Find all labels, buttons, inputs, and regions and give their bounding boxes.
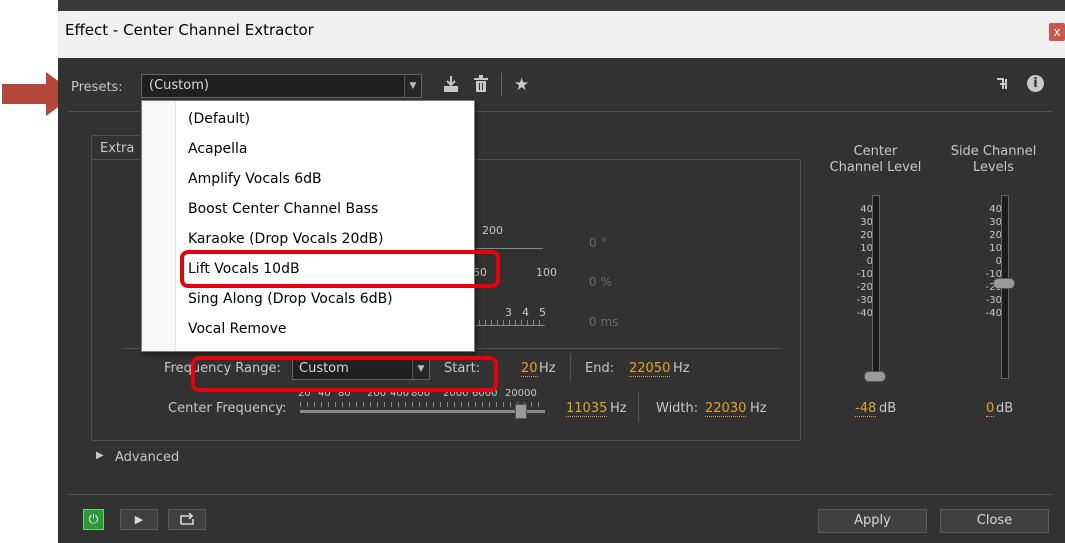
end-value[interactable]: 22050 bbox=[629, 361, 671, 377]
center-channel-slider[interactable] bbox=[872, 195, 880, 379]
center-level-unit: dB bbox=[879, 401, 897, 416]
window-title: Effect - Center Channel Extractor bbox=[65, 21, 314, 39]
toolbar-separator bbox=[501, 73, 502, 97]
meter-tick: -40 bbox=[856, 308, 873, 319]
scale2-right: 100 bbox=[536, 266, 557, 279]
meter-tick: 10 bbox=[989, 243, 1002, 254]
side-meter-subtitle: Levels bbox=[972, 160, 1015, 175]
presets-menu: (Default) Acapella Amplify Vocals 6dB Bo… bbox=[141, 100, 475, 352]
center-level-value[interactable]: -48 bbox=[855, 401, 877, 417]
side-level-unit: dB bbox=[996, 401, 1014, 416]
meter-tick: -40 bbox=[985, 308, 1002, 319]
scale3-b: 4 bbox=[522, 306, 529, 319]
chevron-down-icon: ▼ bbox=[404, 75, 421, 97]
end-unit: Hz bbox=[673, 361, 690, 376]
play-icon: ▶ bbox=[134, 513, 144, 526]
meter-tick: 10 bbox=[860, 243, 873, 254]
center-frequency-label: Center Frequency: bbox=[168, 401, 287, 416]
power-icon: ⏻ bbox=[88, 512, 99, 526]
preset-sing-along[interactable]: Sing Along (Drop Vocals 6dB) bbox=[188, 284, 393, 314]
meter-tick: -30 bbox=[985, 295, 1002, 306]
width-unit: Hz bbox=[750, 401, 767, 416]
save-preset-icon[interactable] bbox=[443, 75, 459, 93]
window-close-button[interactable]: x bbox=[1049, 23, 1065, 41]
value1-readout: 0 ° bbox=[589, 236, 607, 250]
side-level-value[interactable]: 0 bbox=[986, 401, 995, 417]
meter-tick: 30 bbox=[989, 217, 1002, 228]
menu-gutter bbox=[142, 101, 176, 351]
meter-tick: 20 bbox=[860, 230, 873, 241]
meter-tick: 30 bbox=[860, 217, 873, 228]
preset-vocal-remove[interactable]: Vocal Remove bbox=[188, 314, 287, 344]
meter-tick: 40 bbox=[989, 204, 1002, 215]
presets-label: Presets: bbox=[71, 80, 123, 95]
loop-icon bbox=[180, 512, 194, 525]
highlight-frequency-range bbox=[191, 356, 498, 392]
width-label: Width: bbox=[656, 401, 699, 416]
meter-tick: -10 bbox=[856, 269, 873, 280]
center-channel-thumb[interactable] bbox=[864, 371, 886, 382]
apply-label: Apply bbox=[854, 513, 891, 528]
window-top-strip bbox=[58, 0, 1065, 11]
value3-readout: 0 ms bbox=[589, 315, 619, 329]
side-meter-ticks: 40 30 20 10 0 -10 -20 -30 -40 bbox=[974, 204, 1002, 321]
advanced-label[interactable]: Advanced bbox=[115, 450, 179, 465]
start-unit: Hz bbox=[539, 361, 556, 376]
center-frequency-value[interactable]: 11035 bbox=[566, 401, 608, 417]
center-frequency-ticks bbox=[300, 402, 545, 407]
hidden-slider-3-ticks[interactable] bbox=[473, 320, 545, 326]
preset-boost-bass[interactable]: Boost Center Channel Bass bbox=[188, 194, 378, 224]
start-value[interactable]: 20 bbox=[521, 361, 538, 377]
preview-play-button[interactable]: ▶ bbox=[120, 509, 158, 530]
side-meter-title: Side Channel bbox=[950, 144, 1037, 159]
hidden-slider-1[interactable] bbox=[473, 248, 543, 249]
end-label: End: bbox=[585, 361, 615, 376]
scale3-c: 5 bbox=[539, 306, 546, 319]
highlight-lift-vocals bbox=[180, 250, 500, 288]
center-frequency-unit: Hz bbox=[610, 401, 627, 416]
preset-default[interactable]: (Default) bbox=[188, 104, 250, 134]
start-end-separator bbox=[570, 354, 571, 381]
routing-icon[interactable] bbox=[996, 76, 1012, 92]
scale1-label: 200 bbox=[482, 224, 503, 237]
scale3-a: 3 bbox=[505, 306, 512, 319]
meter-tick: 20 bbox=[989, 230, 1002, 241]
meter-tick: 0 bbox=[866, 256, 873, 267]
title-bar: Effect - Center Channel Extractor x bbox=[58, 11, 1065, 59]
meter-tick: -20 bbox=[856, 282, 873, 293]
value2-readout: 0 % bbox=[589, 275, 612, 289]
side-channel-thumb[interactable] bbox=[993, 278, 1015, 289]
preset-amplify-vocals[interactable]: Amplify Vocals 6dB bbox=[188, 164, 322, 194]
center-frequency-thumb[interactable] bbox=[515, 404, 527, 419]
close-button[interactable]: Close bbox=[940, 509, 1049, 533]
close-label: Close bbox=[976, 513, 1013, 528]
info-icon[interactable]: i bbox=[1027, 75, 1044, 92]
presets-selected-value: (Custom) bbox=[149, 78, 209, 93]
center-width-separator bbox=[638, 392, 639, 422]
presets-dropdown[interactable]: (Custom) ▼ bbox=[141, 74, 422, 98]
apply-button[interactable]: Apply bbox=[818, 509, 927, 533]
power-button[interactable]: ⏻ bbox=[83, 509, 104, 530]
center-meter-subtitle: Channel Level bbox=[829, 160, 922, 175]
center-meter-title: Center bbox=[853, 144, 898, 159]
center-meter-ticks: 40 30 20 10 0 -10 -20 -30 -40 bbox=[845, 204, 873, 321]
footer-divider bbox=[68, 494, 1053, 495]
meter-tick: -30 bbox=[856, 295, 873, 306]
delete-preset-icon[interactable] bbox=[473, 75, 489, 93]
center-frequency-slider[interactable] bbox=[300, 410, 545, 413]
meter-tick: 40 bbox=[860, 204, 873, 215]
advanced-expand-icon[interactable]: ▶ bbox=[96, 450, 104, 461]
preset-acapella[interactable]: Acapella bbox=[188, 134, 247, 164]
loop-button[interactable] bbox=[168, 509, 206, 530]
center-scale-label: 20000 bbox=[505, 388, 537, 399]
tab-label: Extra bbox=[100, 141, 135, 156]
width-value[interactable]: 22030 bbox=[705, 401, 747, 417]
favorite-star-icon[interactable]: ★ bbox=[514, 75, 529, 95]
meter-tick: 0 bbox=[995, 256, 1002, 267]
